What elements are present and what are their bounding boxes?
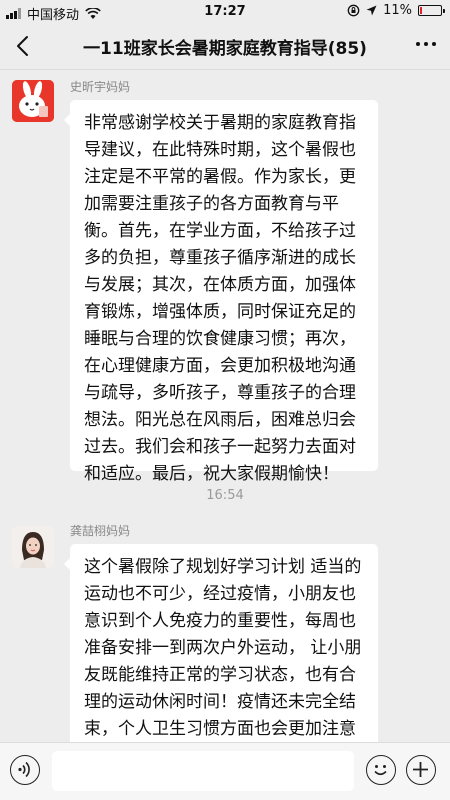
message-bubble[interactable]: 这个暑假除了规划好学习计划 适当的运动也不可少，经过疫情，小朋友也意识到个人免疫… [64, 544, 378, 742]
emoji-icon[interactable] [366, 755, 396, 785]
sender-name: 龚喆栩妈妈 [70, 524, 131, 538]
chat-header: 一11班家长会暑期家庭教育指导(85) [0, 22, 450, 70]
chat-title: 一11班家长会暑期家庭教育指导(85) [83, 39, 367, 59]
avatar[interactable] [12, 526, 54, 568]
voice-wave-glyph [18, 761, 30, 778]
voice-icon[interactable] [10, 755, 40, 785]
sender-name: 史昕宇妈妈 [70, 80, 131, 94]
battery-icon [418, 5, 445, 16]
status-right: 11% [347, 3, 445, 18]
avatar[interactable] [12, 80, 54, 122]
message-input[interactable] [52, 751, 354, 791]
bunny-avatar-icon [12, 80, 54, 122]
smile-glyph [374, 765, 387, 776]
battery-percent: 11% [383, 3, 412, 18]
plus-glyph [413, 762, 428, 777]
message-list[interactable]: 史昕宇妈妈 非常感谢学校关于暑期的家庭教育指导建议，在此特殊时期，这个暑假也注定… [0, 70, 450, 742]
time-separator: 16:54 [206, 488, 244, 503]
location-icon [366, 5, 377, 16]
chevron-left-icon[interactable] [10, 32, 38, 60]
portrait-avatar-icon [12, 526, 54, 568]
status-bar: 中国移动 17:27 11% [0, 0, 450, 23]
more-dots-icon[interactable] [416, 42, 436, 46]
lock-rotation-icon [347, 4, 360, 17]
input-bar [0, 742, 450, 800]
plus-icon[interactable] [406, 755, 436, 785]
message-bubble[interactable]: 非常感谢学校关于暑期的家庭教育指导建议，在此特殊时期，这个暑假也注定是不平常的暑… [64, 100, 378, 484]
battery-level [420, 7, 423, 14]
